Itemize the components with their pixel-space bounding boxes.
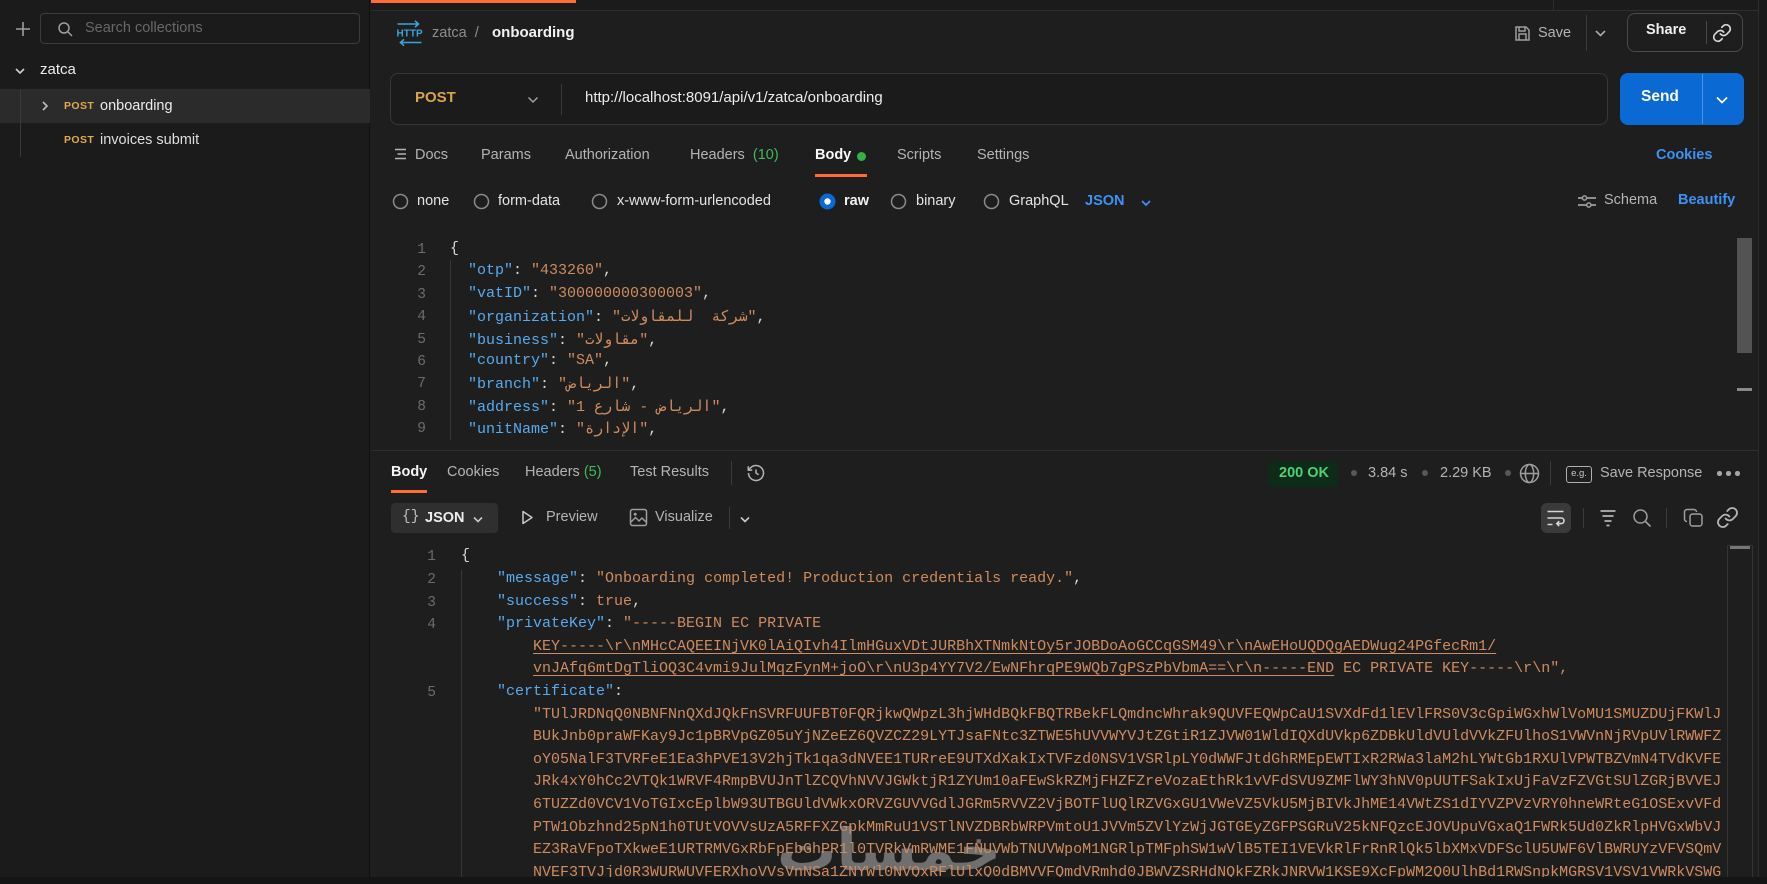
svg-text:HTTP: HTTP [397,29,423,40]
